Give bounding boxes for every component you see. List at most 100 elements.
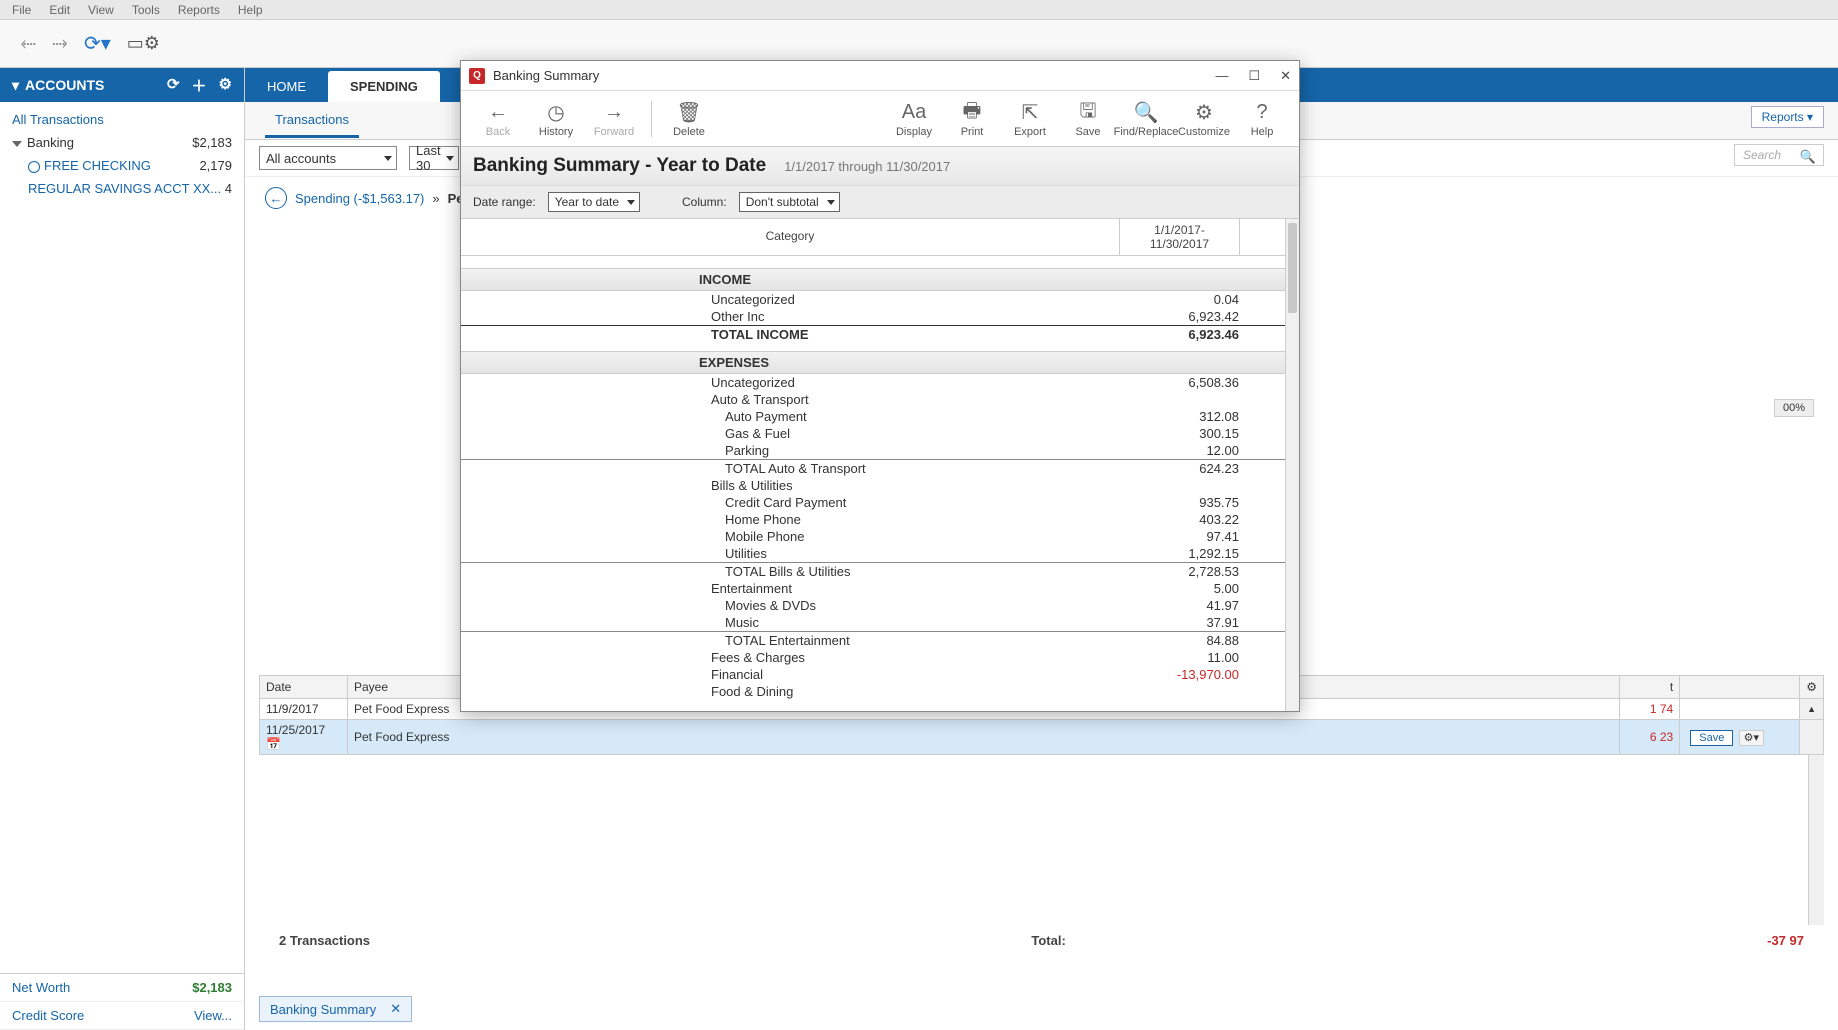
sync-icon[interactable]: ⟳ <box>167 75 180 96</box>
report-row[interactable]: Uncategorized0.04 <box>461 291 1299 308</box>
refresh-icon[interactable]: ⟳▾ <box>84 31 111 56</box>
report-row[interactable]: Movies & DVDs41.97 <box>461 597 1299 614</box>
gear-icon[interactable]: ⚙ <box>219 75 232 96</box>
tab-home[interactable]: HOME <box>245 71 328 102</box>
tb-find-replace[interactable]: 🔍Find/Replace <box>1119 100 1173 138</box>
collapse-icon[interactable] <box>12 141 22 147</box>
window-titlebar[interactable]: Q Banking Summary — ☐ ✕ <box>461 61 1299 91</box>
tab-spending[interactable]: SPENDING <box>328 71 440 102</box>
report-row[interactable]: Food & Dining <box>461 683 1299 700</box>
report-row[interactable]: Parking12.00 <box>461 442 1299 459</box>
status-tab-label: Banking Summary <box>270 1002 376 1017</box>
report-row[interactable]: Entertainment5.00 <box>461 580 1299 597</box>
col-gear[interactable]: ⚙ <box>1800 676 1824 699</box>
tb-save[interactable]: 🖫Save <box>1061 100 1115 138</box>
report-title: Banking Summary - Year to Date <box>473 155 766 177</box>
page-settings-icon[interactable]: ▭⚙ <box>127 33 160 54</box>
report-row[interactable]: Credit Card Payment935.75 <box>461 494 1299 511</box>
report-row[interactable]: TOTAL Entertainment84.88 <box>461 631 1299 649</box>
report-row[interactable]: Financial-13,970.00 <box>461 666 1299 683</box>
report-row[interactable]: Gas & Fuel300.15 <box>461 425 1299 442</box>
minimize-icon[interactable]: — <box>1215 68 1228 84</box>
tb-export[interactable]: ⇱Export <box>1003 100 1057 138</box>
report-row[interactable]: Utilities1,292.15 <box>461 545 1299 562</box>
report-row[interactable]: Auto & Transport <box>461 391 1299 408</box>
col-date[interactable]: Date <box>260 676 348 699</box>
col-amount[interactable]: t <box>1620 676 1680 699</box>
tb-forward[interactable]: →Forward <box>587 100 641 138</box>
table-row[interactable]: 11/25/2017 📅 Pet Food Express 6 23 Save … <box>260 720 1824 755</box>
breadcrumb-spending[interactable]: Spending (-$1,563.17) <box>295 191 424 206</box>
tb-help[interactable]: ?Help <box>1235 100 1289 138</box>
all-transactions-link[interactable]: All Transactions <box>0 108 244 131</box>
date-range-combo[interactable]: Year to date <box>548 192 640 212</box>
menu-view[interactable]: View <box>88 3 114 17</box>
header-period: 1/1/2017- 11/30/2017 <box>1119 219 1239 255</box>
header-category: Category <box>461 219 1119 255</box>
sidebar-group-banking[interactable]: Banking $2,183 <box>0 131 244 154</box>
tb-print[interactable]: 🖶Print <box>945 100 999 138</box>
add-icon[interactable]: ＋ <box>192 75 207 96</box>
search-icon[interactable]: 🔍 <box>1800 149 1816 165</box>
report-row[interactable]: TOTAL Auto & Transport624.23 <box>461 459 1299 477</box>
save-button[interactable]: Save <box>1690 730 1733 746</box>
cell-scroll[interactable] <box>1800 720 1824 755</box>
report-row[interactable]: TOTAL Bills & Utilities2,728.53 <box>461 562 1299 580</box>
section-expenses: EXPENSES <box>461 351 1299 374</box>
cell-amount: 6 23 <box>1620 720 1680 755</box>
subtab-transactions[interactable]: Transactions <box>265 104 359 138</box>
menu-help[interactable]: Help <box>238 3 263 17</box>
forward-arrow-icon[interactable]: ⤑ <box>52 32 68 55</box>
report-scrollbar[interactable] <box>1285 219 1299 711</box>
report-row[interactable]: Auto Payment312.08 <box>461 408 1299 425</box>
accounts-combo[interactable]: All accounts <box>259 146 397 170</box>
reports-dropdown[interactable]: Reports ▾ <box>1751 106 1824 128</box>
row-gear-icon[interactable]: ⚙▾ <box>1739 730 1764 746</box>
sidebar: ▾ ACCOUNTS ⟳ ＋ ⚙ All Transactions Bankin… <box>0 68 245 1030</box>
report-row[interactable]: Mobile Phone97.41 <box>461 528 1299 545</box>
report-toolbar: ←Back◷History→Forward 🗑Delete AaDisplay🖶Pr… <box>461 91 1299 147</box>
window-title: Banking Summary <box>493 68 599 83</box>
transaction-area: 00% Date Payee t ⚙ 11/9/2017 Pet Food Ex… <box>245 675 1838 948</box>
scrollbar[interactable] <box>1808 755 1824 925</box>
account-label: FREE CHECKING <box>44 158 151 173</box>
tb-back[interactable]: ←Back <box>471 100 525 138</box>
footer-label: Credit Score <box>12 1008 84 1023</box>
sidebar-title: ACCOUNTS <box>25 77 104 93</box>
sidebar-account-checking[interactable]: FREE CHECKING 2,179 <box>0 154 244 177</box>
close-icon[interactable]: ✕ <box>1280 68 1291 84</box>
breadcrumb-back-icon[interactable]: ← <box>265 187 287 209</box>
cell-actions <box>1680 699 1800 720</box>
sidebar-account-savings[interactable]: REGULAR SAVINGS ACCT XX... 4 <box>0 177 244 200</box>
menu-reports[interactable]: Reports <box>178 3 220 17</box>
menu-edit[interactable]: Edit <box>49 3 70 17</box>
total-label: Total: <box>1031 933 1065 948</box>
footer-net-worth[interactable]: Net Worth $2,183 <box>0 974 244 1002</box>
calendar-icon[interactable]: 📅 <box>266 737 281 751</box>
cell-scroll[interactable]: ▲ <box>1800 699 1824 720</box>
tb-delete[interactable]: 🗑Delete <box>662 100 716 138</box>
report-row[interactable]: Uncategorized6,508.36 <box>461 374 1299 391</box>
back-arrow-icon[interactable]: ⬸ <box>20 32 36 55</box>
report-row[interactable]: Fees & Charges11.00 <box>461 649 1299 666</box>
column-combo[interactable]: Don't subtotal <box>739 192 840 212</box>
footer-credit-score[interactable]: Credit Score View... <box>0 1002 244 1030</box>
status-tab[interactable]: Banking Summary ✕ <box>259 996 412 1022</box>
maximize-icon[interactable]: ☐ <box>1248 68 1260 84</box>
footer-value: $2,183 <box>192 980 232 995</box>
report-body: Category 1/1/2017- 11/30/2017 INCOMEUnca… <box>461 219 1299 711</box>
period-combo[interactable]: Last 30 <box>409 146 459 170</box>
report-row[interactable]: Bills & Utilities <box>461 477 1299 494</box>
menu-tools[interactable]: Tools <box>132 3 160 17</box>
tb-display[interactable]: AaDisplay <box>887 100 941 138</box>
report-row[interactable]: Other Inc6,923.42 <box>461 308 1299 325</box>
menu-file[interactable]: File <box>12 3 31 17</box>
dropdown-icon[interactable]: ▾ <box>12 77 19 94</box>
section-total: TOTAL INCOME6,923.46 <box>461 325 1299 343</box>
tb-customize[interactable]: ⚙Customize <box>1177 100 1231 138</box>
tb-history[interactable]: ◷History <box>529 100 583 138</box>
report-row[interactable]: Home Phone403.22 <box>461 511 1299 528</box>
report-row[interactable]: Music37.91 <box>461 614 1299 631</box>
breadcrumb-sep: » <box>432 191 439 206</box>
close-icon[interactable]: ✕ <box>390 1001 401 1017</box>
